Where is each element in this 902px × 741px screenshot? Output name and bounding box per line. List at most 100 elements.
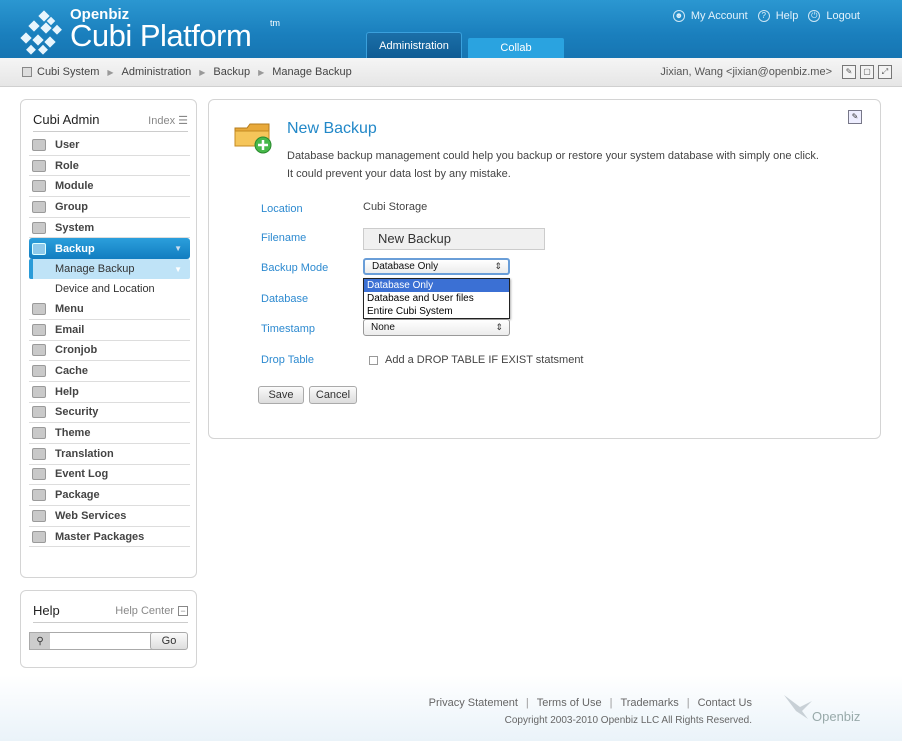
- sidebar-index-link[interactable]: Index ☰: [148, 114, 188, 127]
- breadcrumb-administration[interactable]: Administration: [122, 66, 192, 78]
- help-search-input[interactable]: [50, 633, 164, 649]
- sidebar-subitem-device-location[interactable]: Device and Location: [29, 279, 190, 299]
- sidebar-item-email[interactable]: Email: [29, 320, 190, 341]
- sidebar-item-group[interactable]: Group: [29, 197, 190, 218]
- search-icon: ⚲: [30, 633, 50, 649]
- tab-collab[interactable]: Collab: [468, 38, 564, 58]
- sidebar-item-backup[interactable]: Backup ▼: [29, 238, 190, 260]
- sidebar-item-system[interactable]: System: [29, 218, 190, 239]
- sidebar-item-role[interactable]: Role: [29, 156, 190, 177]
- logout-icon: ⏻: [808, 10, 821, 22]
- sidebar-index-label: Index: [148, 115, 176, 127]
- logo-tm: tm: [270, 18, 280, 28]
- option-database-user-files[interactable]: Database and User files: [364, 292, 509, 305]
- my-account-link[interactable]: My Account: [691, 10, 748, 22]
- backup-mode-dropdown: Database Only Database and User files En…: [363, 278, 510, 319]
- top-links: ☻ My Account ? Help ⏻ Logout: [672, 10, 864, 22]
- web-services-icon: [32, 509, 46, 522]
- contact-us-link[interactable]: Contact Us: [698, 697, 752, 709]
- sidebar-item-menu[interactable]: Menu: [29, 299, 190, 320]
- go-button[interactable]: Go: [150, 632, 188, 650]
- terms-of-use-link[interactable]: Terms of Use: [537, 697, 602, 709]
- system-icon: [32, 221, 46, 234]
- cronjob-icon: [32, 344, 46, 357]
- help-center-label: Help Center: [115, 605, 174, 617]
- bird-logo-icon: [784, 695, 812, 719]
- filename-field[interactable]: New Backup: [363, 228, 545, 250]
- folder-add-icon: [234, 123, 272, 154]
- sidebar-item-help[interactable]: Help: [29, 382, 190, 403]
- sidebar-title: Cubi Admin: [33, 112, 100, 127]
- cancel-button[interactable]: Cancel: [309, 386, 357, 404]
- fullscreen-icon[interactable]: ⤢: [878, 65, 892, 79]
- sidebar-item-label: System: [55, 221, 95, 234]
- breadcrumb-cubi-system[interactable]: Cubi System: [37, 66, 99, 78]
- sidebar-item-theme[interactable]: Theme: [29, 423, 190, 444]
- note-icon[interactable]: ✎: [848, 110, 862, 124]
- privacy-statement-link[interactable]: Privacy Statement: [429, 697, 518, 709]
- backup-mode-select[interactable]: Database Only ⇕: [363, 258, 510, 275]
- sidebar-header: Cubi Admin Index ☰: [33, 112, 188, 132]
- theme-icon: [32, 427, 46, 440]
- sidebar-item-label: User: [55, 138, 80, 151]
- tab-administration[interactable]: Administration: [366, 32, 462, 58]
- sidebar-item-security[interactable]: Security: [29, 403, 190, 424]
- option-database-only[interactable]: Database Only: [364, 279, 509, 292]
- new-backup-panel: ✎ New Backup Database backup management …: [208, 99, 881, 439]
- footer-separator: |: [609, 697, 613, 709]
- footer: Privacy Statement | Terms of Use | Trademark…: [0, 675, 902, 741]
- sidebar-item-package[interactable]: Package: [29, 485, 190, 506]
- backup-icon: [32, 242, 46, 255]
- help-link[interactable]: Help: [776, 10, 799, 22]
- sidebar-item-master-packages[interactable]: Master Packages: [29, 527, 190, 548]
- save-button[interactable]: Save: [258, 386, 304, 404]
- filename-label: Filename: [261, 232, 307, 244]
- sidebar-subitem-manage-backup[interactable]: Manage Backup ▼: [29, 259, 190, 280]
- option-entire-cubi-system[interactable]: Entire Cubi System: [364, 305, 509, 318]
- sidebar-item-label: Cache: [55, 365, 89, 378]
- edit-icon[interactable]: ✎: [842, 65, 856, 79]
- sidebar-item-label: Event Log: [55, 468, 109, 481]
- timestamp-value: None: [371, 322, 395, 333]
- sidebar-item-event-log[interactable]: Event Log: [29, 465, 190, 486]
- user-info: Jixian, Wang <jixian@openbiz.me>: [660, 66, 832, 78]
- shield-icon: [32, 406, 46, 419]
- chevron-down-icon: ▼: [174, 244, 182, 254]
- description-line-2: It could prevent your data lost by any m…: [287, 168, 511, 180]
- timestamp-label: Timestamp: [261, 323, 315, 335]
- help-title: Help: [33, 603, 60, 618]
- home-icon: [22, 67, 32, 77]
- backup-mode-value: Database Only: [372, 261, 439, 272]
- drop-table-checkbox-label[interactable]: Add a DROP TABLE IF EXIST statsment: [385, 354, 584, 366]
- menu-icon: [32, 302, 46, 315]
- backup-mode-label: Backup Mode: [261, 262, 329, 274]
- database-label: Database: [261, 293, 309, 305]
- footer-separator: |: [686, 697, 690, 709]
- sidebar-item-user[interactable]: User: [29, 135, 190, 156]
- email-icon: [32, 323, 46, 336]
- description-line-1: Database backup management could help yo…: [287, 150, 819, 162]
- sidebar-item-label: Translation: [55, 447, 114, 460]
- help-icon: [32, 385, 46, 398]
- collapse-icon[interactable]: −: [178, 606, 188, 616]
- sidebar-item-translation[interactable]: Translation: [29, 444, 190, 465]
- sidebar-item-module[interactable]: Module: [29, 176, 190, 198]
- breadcrumb: Cubi System ▶ Administration ▶ Backup ▶ …: [22, 66, 352, 78]
- breadcrumb-manage-backup[interactable]: Manage Backup: [272, 66, 352, 78]
- sidebar-item-cache[interactable]: Cache: [29, 361, 190, 382]
- help-center-link[interactable]: Help Center −: [115, 605, 188, 617]
- select-arrows-icon: ⇕: [495, 322, 503, 332]
- breadcrumb-backup[interactable]: Backup: [213, 66, 250, 78]
- footer-logo-text: Openbiz: [812, 709, 861, 724]
- timestamp-select[interactable]: None ⇕: [363, 319, 510, 336]
- drop-table-checkbox[interactable]: [369, 356, 378, 365]
- trademarks-link[interactable]: Trademarks: [620, 697, 678, 709]
- sidebar-item-label: Master Packages: [55, 530, 145, 543]
- sidebar-item-label: Security: [55, 406, 99, 419]
- logout-link[interactable]: Logout: [826, 10, 860, 22]
- cubi-logo[interactable]: Openbiz Cubi Platform tm: [6, 4, 306, 56]
- sidebar-item-web-services[interactable]: Web Services: [29, 506, 190, 527]
- sidebar-item-cronjob[interactable]: Cronjob: [29, 341, 190, 362]
- window-icon[interactable]: ▢: [860, 65, 874, 79]
- select-arrows-icon: ⇕: [494, 261, 502, 271]
